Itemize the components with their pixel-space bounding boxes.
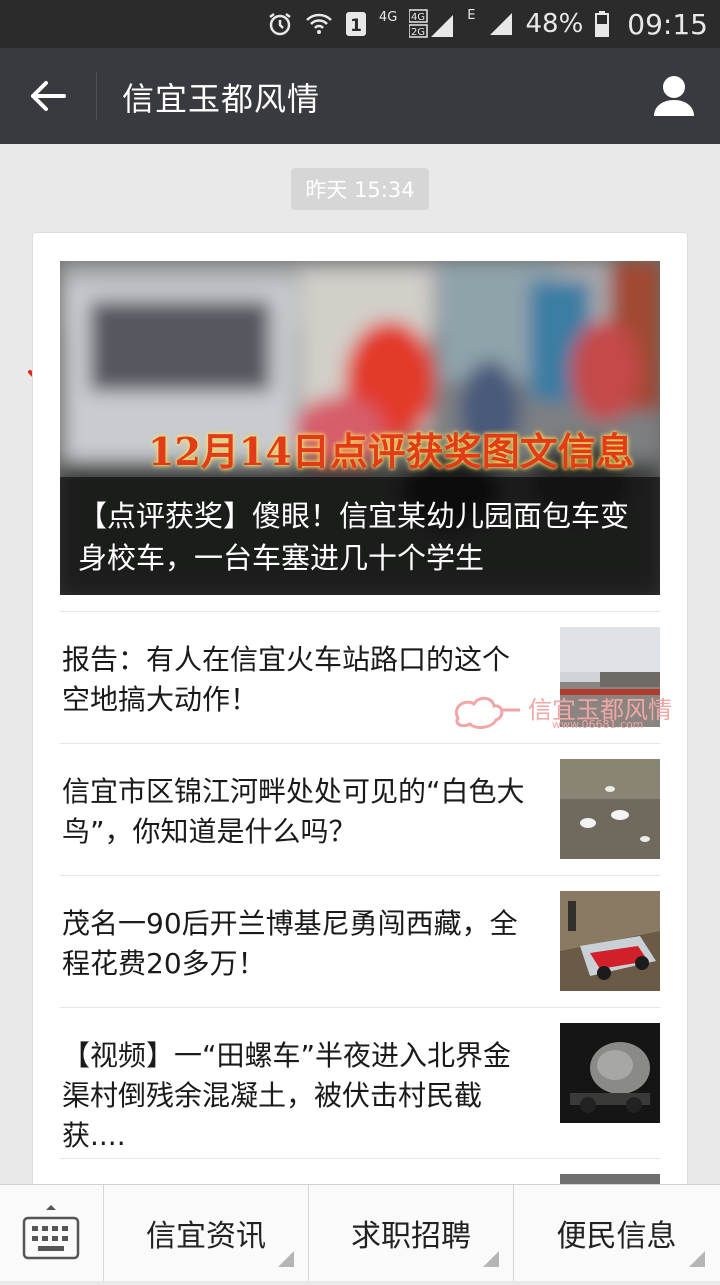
alarm-icon [267,11,293,37]
menu-label: 便民信息 [556,1219,677,1254]
network-bottom-label: 2G [411,27,425,38]
hero-article[interactable]: 12月14日点评获奖图文信息 【点评获奖】傻眼！信宜某幼儿园面包车变身校车，一台… [60,261,660,595]
sim-badge: 1 [345,11,367,37]
list-item[interactable]: 报告：有人在信宜火车站路口的这个空地搞大动作！ [60,611,660,743]
submenu-indicator-icon [689,1251,705,1267]
article-title: 信宜市区锦江河畔处处可见的“白色大鸟”，你知道是什么吗？ [62,775,525,848]
hero-caption: 【点评获奖】傻眼！信宜某幼儿园面包车变身校车，一台车塞进几十个学生 [60,477,660,595]
battery-icon [595,11,610,37]
clock: 09:15 [627,7,708,41]
article-title: 报告：有人在信宜火车站路口的这个空地搞大动作！ [62,643,511,716]
person-icon [654,76,694,116]
back-arrow-icon [31,81,66,111]
hero-banner-text: 12月14日点评获奖图文信息 [148,429,634,474]
list-item[interactable]: 【视频】一“田螺车”半夜进入北界金渠村倒残余混凝土，被伏击村民截获.... [60,1007,660,1158]
menu-convenience-info[interactable]: 便民信息 [514,1185,719,1281]
menu-job-recruitment[interactable]: 求职招聘 [309,1185,514,1281]
submenu-indicator-icon [483,1251,499,1267]
page-title: 信宜玉都风情 [122,80,321,118]
back-button[interactable] [20,72,76,120]
article-thumbnail [560,1023,660,1123]
network-top-label: 4G [411,12,425,23]
sim-number: 1 [350,16,362,36]
wifi-icon [305,11,333,37]
menu-label: 求职招聘 [351,1219,471,1254]
article-thumbnail [560,759,660,859]
keyboard-icon [22,1205,80,1260]
navigation-bar: 信宜玉都风情 [0,48,720,144]
submenu-indicator-icon [278,1251,294,1267]
timestamp-row: 昨天 15:34 [0,168,720,210]
article-thumbnail [560,891,660,991]
network-e-label: E [467,8,476,23]
profile-button[interactable] [650,72,698,120]
keyboard-toggle-button[interactable] [0,1185,104,1281]
battery-percentage: 48% [525,9,584,39]
menu-xinyi-news[interactable]: 信宜资讯 [104,1185,309,1281]
list-item[interactable]: 茂名一90后开兰博基尼勇闯西藏，全程花费20多万！ [60,875,660,1007]
menu-label: 信宜资讯 [146,1219,266,1254]
network-dual-icon: 4G 2G [409,9,455,39]
article-thumbnail [560,627,660,727]
bottom-menu-bar: 信宜资讯 求职招聘 便民信息 [0,1184,720,1281]
hero-title: 【点评获奖】傻眼！信宜某幼儿园面包车变身校车，一台车塞进几十个学生 [78,499,630,575]
message-timestamp: 昨天 15:34 [291,168,429,210]
status-bar: 1 4G 4G 2G E 48% 09:15 [0,0,720,48]
network-4g-label: 4G [378,10,398,25]
nav-divider [96,72,97,120]
article-title: 【视频】一“田螺车”半夜进入北界金渠村倒残余混凝土，被伏击村民截获.... [62,1039,512,1152]
article-card: 12月14日点评获奖图文信息 【点评获奖】傻眼！信宜某幼儿园面包车变身校车，一台… [32,232,688,1194]
article-title: 茂名一90后开兰博基尼勇闯西藏，全程花费20多万！ [62,907,518,980]
list-item[interactable]: 信宜市区锦江河畔处处可见的“白色大鸟”，你知道是什么吗？ [60,743,660,875]
article-list: 报告：有人在信宜火车站路口的这个空地搞大动作！ 信宜市区锦江河畔处处可见的“白色… [60,611,660,1193]
signal-icon [488,11,514,37]
